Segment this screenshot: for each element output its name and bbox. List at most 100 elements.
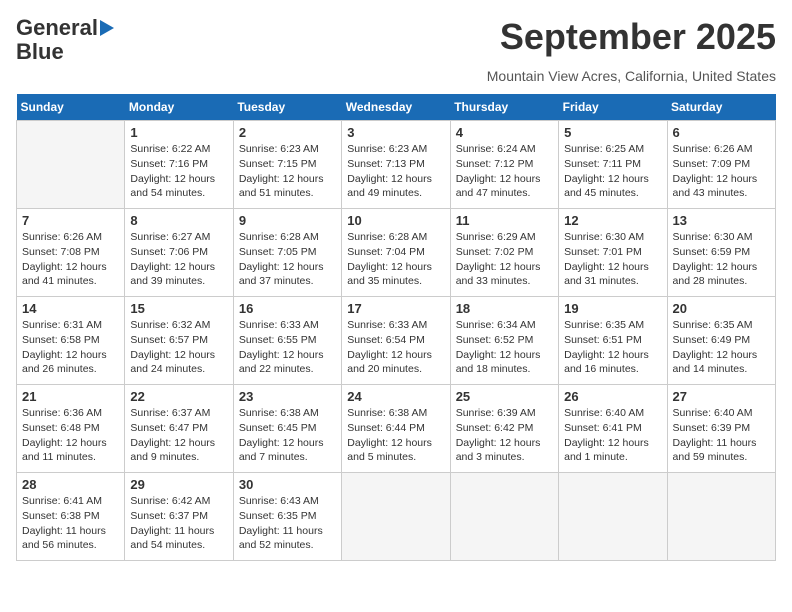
calendar-cell: 9Sunrise: 6:28 AMSunset: 7:05 PMDaylight… (233, 209, 341, 297)
calendar-cell (559, 473, 667, 561)
calendar-cell: 11Sunrise: 6:29 AMSunset: 7:02 PMDayligh… (450, 209, 558, 297)
day-number: 5 (564, 125, 661, 140)
day-info: Sunrise: 6:30 AMSunset: 7:01 PMDaylight:… (564, 230, 661, 289)
day-number: 17 (347, 301, 444, 316)
calendar-week-row: 7 Sunrise: 6:26 AMSunset: 7:08 PMDaylight… (17, 209, 776, 297)
day-info: Sunrise: 6:35 AMSunset: 6:49 PMDaylight:… (673, 318, 770, 377)
calendar-cell: 26 Sunrise: 6:40 AMSunset: 6:41 PMDayligh… (559, 385, 667, 473)
calendar-week-row: 21 Sunrise: 6:36 AMSunset: 6:48 PMDayligh… (17, 385, 776, 473)
calendar-cell: 29 Sunrise: 6:42 AMSunset: 6:37 PMDayligh… (125, 473, 233, 561)
calendar-cell: 27Sunrise: 6:40 AMSunset: 6:39 PMDayligh… (667, 385, 775, 473)
day-number: 8 (130, 213, 227, 228)
calendar-cell: 17 Sunrise: 6:33 AMSunset: 6:54 PMDayligh… (342, 297, 450, 385)
day-info: Sunrise: 6:37 AMSunset: 6:47 PMDaylight:… (130, 406, 227, 465)
calendar-cell (17, 121, 125, 209)
day-info: Sunrise: 6:34 AMSunset: 6:52 PMDaylight:… (456, 318, 553, 377)
page-header: General Blue September 2025 (16, 16, 776, 64)
calendar-cell: 16 Sunrise: 6:33 AMSunset: 6:55 PMDayligh… (233, 297, 341, 385)
calendar-cell: 25 Sunrise: 6:39 AMSunset: 6:42 PMDayligh… (450, 385, 558, 473)
col-thursday: Thursday (450, 94, 558, 121)
day-info: Sunrise: 6:28 AMSunset: 7:05 PMDaylight:… (239, 230, 336, 289)
day-number: 10 (347, 213, 444, 228)
calendar-cell: 12 Sunrise: 6:30 AMSunset: 7:01 PMDayligh… (559, 209, 667, 297)
day-info: Sunrise: 6:36 AMSunset: 6:48 PMDaylight:… (22, 406, 119, 465)
day-info: Sunrise: 6:24 AMSunset: 7:12 PMDaylight:… (456, 142, 553, 201)
day-info: Sunrise: 6:23 AMSunset: 7:15 PMDaylight:… (239, 142, 336, 201)
day-number: 7 (22, 213, 119, 228)
day-info: Sunrise: 6:23 AMSunset: 7:13 PMDaylight:… (347, 142, 444, 201)
calendar-cell: 18 Sunrise: 6:34 AMSunset: 6:52 PMDayligh… (450, 297, 558, 385)
day-info: Sunrise: 6:43 AMSunset: 6:35 PMDaylight:… (239, 494, 336, 553)
day-number: 25 (456, 389, 553, 404)
day-number: 16 (239, 301, 336, 316)
logo: General Blue (16, 16, 114, 64)
col-wednesday: Wednesday (342, 94, 450, 121)
calendar-week-row: 1Sunrise: 6:22 AMSunset: 7:16 PMDaylight… (17, 121, 776, 209)
col-friday: Friday (559, 94, 667, 121)
day-info: Sunrise: 6:29 AMSunset: 7:02 PMDaylight:… (456, 230, 553, 289)
day-number: 3 (347, 125, 444, 140)
logo-arrow-icon (100, 20, 114, 36)
day-number: 4 (456, 125, 553, 140)
day-number: 6 (673, 125, 770, 140)
day-number: 15 (130, 301, 227, 316)
day-number: 2 (239, 125, 336, 140)
day-number: 18 (456, 301, 553, 316)
day-info: Sunrise: 6:39 AMSunset: 6:42 PMDaylight:… (456, 406, 553, 465)
logo-blue: Blue (16, 40, 64, 64)
day-info: Sunrise: 6:42 AMSunset: 6:37 PMDaylight:… (130, 494, 227, 553)
calendar-cell: 21 Sunrise: 6:36 AMSunset: 6:48 PMDayligh… (17, 385, 125, 473)
calendar-week-row: 28Sunrise: 6:41 AMSunset: 6:38 PMDayligh… (17, 473, 776, 561)
day-number: 21 (22, 389, 119, 404)
day-number: 26 (564, 389, 661, 404)
day-info: Sunrise: 6:25 AMSunset: 7:11 PMDaylight:… (564, 142, 661, 201)
month-title: September 2025 (500, 16, 776, 58)
day-info: Sunrise: 6:40 AMSunset: 6:39 PMDaylight:… (673, 406, 770, 465)
calendar-cell: 22 Sunrise: 6:37 AMSunset: 6:47 PMDayligh… (125, 385, 233, 473)
calendar-table: Sunday Monday Tuesday Wednesday Thursday… (16, 94, 776, 561)
day-info: Sunrise: 6:33 AMSunset: 6:55 PMDaylight:… (239, 318, 336, 377)
day-number: 13 (673, 213, 770, 228)
day-number: 29 (130, 477, 227, 492)
calendar-cell: 14Sunrise: 6:31 AMSunset: 6:58 PMDayligh… (17, 297, 125, 385)
day-info: Sunrise: 6:38 AMSunset: 6:45 PMDaylight:… (239, 406, 336, 465)
day-number: 30 (239, 477, 336, 492)
calendar-cell (450, 473, 558, 561)
calendar-cell: 1Sunrise: 6:22 AMSunset: 7:16 PMDaylight… (125, 121, 233, 209)
calendar-cell: 5 Sunrise: 6:25 AMSunset: 7:11 PMDaylight… (559, 121, 667, 209)
day-number: 1 (130, 125, 227, 140)
logo-general: General (16, 16, 98, 40)
calendar-cell: 19Sunrise: 6:35 AMSunset: 6:51 PMDayligh… (559, 297, 667, 385)
day-info: Sunrise: 6:40 AMSunset: 6:41 PMDaylight:… (564, 406, 661, 465)
calendar-cell: 6 Sunrise: 6:26 AMSunset: 7:09 PMDaylight… (667, 121, 775, 209)
calendar-week-row: 14Sunrise: 6:31 AMSunset: 6:58 PMDayligh… (17, 297, 776, 385)
calendar-cell: 10Sunrise: 6:28 AMSunset: 7:04 PMDayligh… (342, 209, 450, 297)
calendar-cell: 13 Sunrise: 6:30 AMSunset: 6:59 PMDayligh… (667, 209, 775, 297)
day-info: Sunrise: 6:35 AMSunset: 6:51 PMDaylight:… (564, 318, 661, 377)
col-sunday: Sunday (17, 94, 125, 121)
day-info: Sunrise: 6:26 AMSunset: 7:09 PMDaylight:… (673, 142, 770, 201)
calendar-cell: 30 Sunrise: 6:43 AMSunset: 6:35 PMDayligh… (233, 473, 341, 561)
calendar-cell: 2 Sunrise: 6:23 AMSunset: 7:15 PMDaylight… (233, 121, 341, 209)
day-info: Sunrise: 6:26 AMSunset: 7:08 PMDaylight:… (22, 230, 119, 289)
day-number: 22 (130, 389, 227, 404)
calendar-cell: 7 Sunrise: 6:26 AMSunset: 7:08 PMDaylight… (17, 209, 125, 297)
day-number: 24 (347, 389, 444, 404)
title-block: September 2025 (500, 16, 776, 58)
calendar-cell: 4 Sunrise: 6:24 AMSunset: 7:12 PMDaylight… (450, 121, 558, 209)
day-info: Sunrise: 6:27 AMSunset: 7:06 PMDaylight:… (130, 230, 227, 289)
day-info: Sunrise: 6:30 AMSunset: 6:59 PMDaylight:… (673, 230, 770, 289)
day-number: 23 (239, 389, 336, 404)
calendar-cell: 28Sunrise: 6:41 AMSunset: 6:38 PMDayligh… (17, 473, 125, 561)
calendar-cell: 20Sunrise: 6:35 AMSunset: 6:49 PMDayligh… (667, 297, 775, 385)
calendar-cell: 15Sunrise: 6:32 AMSunset: 6:57 PMDayligh… (125, 297, 233, 385)
col-saturday: Saturday (667, 94, 775, 121)
calendar-cell: 3 Sunrise: 6:23 AMSunset: 7:13 PMDaylight… (342, 121, 450, 209)
day-number: 12 (564, 213, 661, 228)
calendar-cell (667, 473, 775, 561)
day-info: Sunrise: 6:31 AMSunset: 6:58 PMDaylight:… (22, 318, 119, 377)
day-info: Sunrise: 6:41 AMSunset: 6:38 PMDaylight:… (22, 494, 119, 553)
day-info: Sunrise: 6:33 AMSunset: 6:54 PMDaylight:… (347, 318, 444, 377)
day-info: Sunrise: 6:38 AMSunset: 6:44 PMDaylight:… (347, 406, 444, 465)
calendar-cell: 23 Sunrise: 6:38 AMSunset: 6:45 PMDayligh… (233, 385, 341, 473)
